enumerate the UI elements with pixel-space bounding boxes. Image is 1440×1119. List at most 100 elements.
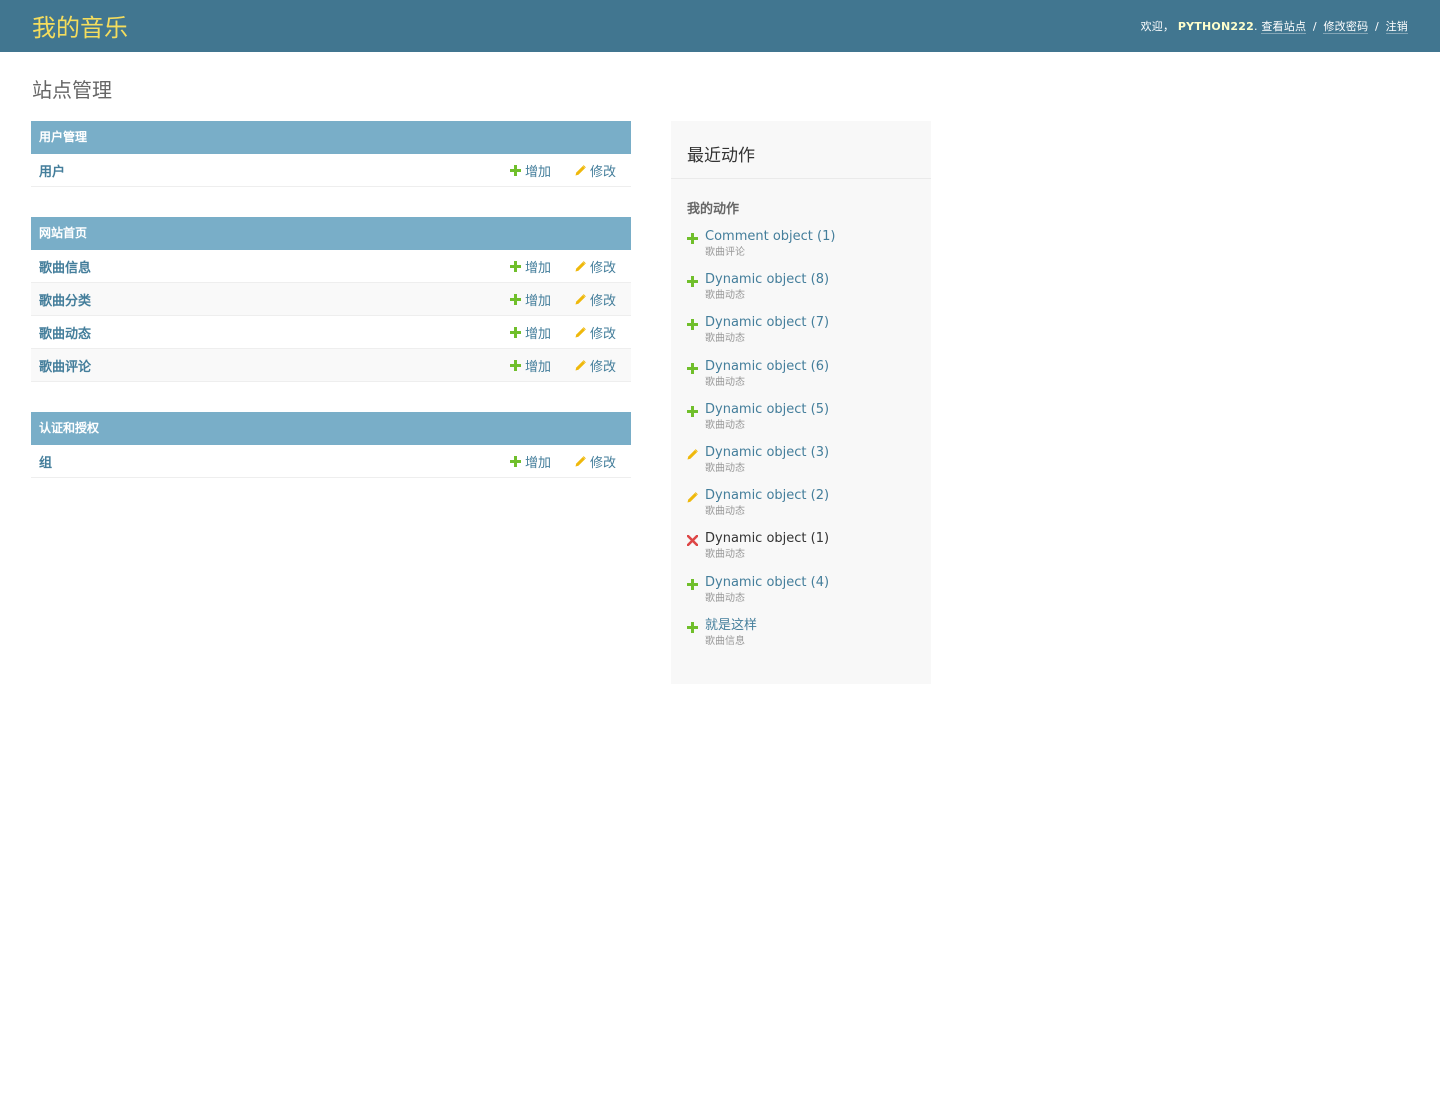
change-link[interactable]: 修改 [575, 323, 616, 342]
module-caption[interactable]: 用户管理 [31, 121, 631, 154]
model-link[interactable]: 歌曲动态 [39, 323, 486, 342]
change-label: 修改 [589, 164, 616, 180]
app-module: 网站首页 歌曲信息 增加 修改 歌曲分类 增加 修改 歌曲动态 增加 修改 歌曲评论 增加 修改 [31, 217, 631, 382]
add-label: 增加 [524, 326, 551, 342]
model-row: 歌曲信息 增加 修改 [31, 250, 631, 283]
recent-action-item: Dynamic object (7) 歌曲动态 [687, 314, 915, 357]
separator: / [1312, 20, 1317, 33]
add-link[interactable]: 增加 [509, 356, 551, 375]
deleted-object-label: Dynamic object (1) [705, 531, 830, 547]
recent-action-item: Dynamic object (1) 歌曲动态 [686, 530, 915, 573]
pencil-icon [575, 326, 586, 338]
content-type-label: 歌曲动态 [705, 592, 745, 604]
action-list: Comment object (1) 歌曲评论 Dynamic object (8)… [671, 228, 931, 660]
recent-actions-panel: 最近动作 我的动作 Comment object (1) 歌曲评论 Dynamic … [671, 121, 931, 684]
model-link[interactable]: 歌曲信息 [39, 257, 486, 276]
change-label: 修改 [589, 359, 616, 375]
app-module: 用户管理用户 增加 修改 [31, 121, 631, 187]
add-icon [509, 293, 521, 305]
content-type-label: 歌曲动态 [705, 462, 745, 474]
add-icon [509, 359, 521, 371]
recent-action-item: Dynamic object (2) 歌曲动态 [687, 487, 915, 530]
add-link[interactable]: 增加 [509, 161, 551, 180]
change-link[interactable]: 修改 [575, 290, 616, 309]
recent-action-item: Dynamic object (6) 歌曲动态 [687, 358, 915, 401]
site-name[interactable]: 我的音乐 [32, 8, 128, 43]
model-row: 用户 增加 修改 [31, 154, 631, 187]
recent-action-link[interactable]: Dynamic object (2) [705, 487, 915, 505]
username: PYTHON222 [1177, 20, 1254, 33]
pencil-icon [575, 359, 586, 371]
add-icon [509, 326, 521, 338]
change-password-link[interactable]: 修改密码 [1323, 20, 1369, 34]
recent-action-link[interactable]: Dynamic object (4) [705, 574, 915, 592]
recent-action-item: Dynamic object (4) 歌曲动态 [687, 574, 915, 617]
change-link[interactable]: 修改 [575, 257, 616, 276]
model-link[interactable]: 歌曲评论 [39, 356, 486, 375]
add-icon [687, 272, 698, 291]
delete-icon [686, 531, 699, 550]
pencil-icon [575, 164, 586, 176]
module-caption[interactable]: 认证和授权 [31, 412, 631, 445]
model-row: 歌曲动态 增加 修改 [31, 316, 631, 349]
content-type-label: 歌曲动态 [705, 290, 745, 302]
model-link[interactable]: 用户 [39, 161, 486, 180]
user-tools: 欢迎， PYTHON222. 查看站点 / 修改密码 / 注销 [1141, 18, 1408, 34]
recent-action-item: 就是这样 歌曲信息 [687, 617, 915, 660]
page-title: 站点管理 [32, 78, 112, 102]
add-link[interactable]: 增加 [509, 290, 551, 309]
separator: / [1374, 20, 1379, 33]
model-link[interactable]: 歌曲分类 [39, 290, 486, 309]
recent-action-link[interactable]: Dynamic object (7) [705, 314, 915, 332]
add-label: 增加 [524, 455, 551, 471]
change-link[interactable]: 修改 [575, 452, 616, 471]
add-icon [687, 402, 698, 421]
add-icon [509, 455, 521, 467]
my-actions-title: 我的动作 [687, 202, 740, 217]
recent-actions-title: 最近动作 [671, 121, 931, 179]
add-icon [687, 359, 698, 378]
recent-action-item: Dynamic object (5) 歌曲动态 [687, 401, 915, 444]
content-type-label: 歌曲动态 [705, 376, 745, 388]
change-link[interactable]: 修改 [575, 161, 616, 180]
recent-action-link[interactable]: Dynamic object (8) [705, 271, 915, 289]
header: 我的音乐 欢迎， PYTHON222. 查看站点 / 修改密码 / 注销 [0, 0, 1440, 52]
add-label: 增加 [524, 359, 551, 375]
change-icon [687, 445, 698, 464]
add-icon [509, 164, 521, 176]
content-type-label: 歌曲信息 [705, 635, 745, 647]
model-row: 歌曲分类 增加 修改 [31, 283, 631, 316]
change-label: 修改 [589, 326, 616, 342]
welcome-text: 欢迎， [1140, 20, 1175, 33]
add-link[interactable]: 增加 [509, 257, 551, 276]
logout-link[interactable]: 注销 [1385, 20, 1408, 34]
recent-action-item: Dynamic object (3) 歌曲动态 [687, 444, 915, 487]
recent-action-link[interactable]: Comment object (1) [705, 228, 915, 246]
content-type-label: 歌曲动态 [705, 419, 745, 431]
recent-action-link[interactable]: Dynamic object (3) [705, 444, 915, 462]
add-icon [687, 575, 698, 594]
view-site-link[interactable]: 查看站点 [1261, 20, 1307, 34]
content-type-label: 歌曲评论 [705, 247, 745, 258]
pencil-icon [575, 293, 586, 305]
add-link[interactable]: 增加 [509, 323, 551, 342]
change-link[interactable]: 修改 [575, 356, 616, 375]
content-type-label: 歌曲动态 [705, 333, 745, 345]
recent-action-link[interactable]: Dynamic object (5) [705, 401, 915, 419]
model-link[interactable]: 组 [39, 452, 486, 471]
recent-action-link[interactable]: Dynamic object (6) [705, 358, 915, 376]
change-icon [687, 488, 698, 507]
recent-action-item: Dynamic object (8) 歌曲动态 [687, 271, 915, 314]
add-icon [687, 315, 698, 334]
model-row: 歌曲评论 增加 修改 [31, 349, 631, 382]
app-list: 用户管理 用户 增加 修改 网站首页 歌曲信息 增加 修改 歌曲分类 增加 修改 歌曲动态 增加 修改 歌曲… [31, 121, 631, 508]
recent-action-item: Comment object (1) 歌曲评论 [687, 228, 915, 271]
change-label: 修改 [589, 293, 616, 309]
recent-action-link[interactable]: 就是这样 [705, 617, 915, 635]
pencil-icon [575, 260, 586, 272]
add-icon [509, 260, 521, 272]
app-module: 认证和授权组 增加 修改 [31, 412, 631, 478]
module-caption[interactable]: 网站首页 [31, 217, 631, 250]
content-type-label: 歌曲动态 [705, 506, 745, 518]
add-link[interactable]: 增加 [509, 452, 551, 471]
